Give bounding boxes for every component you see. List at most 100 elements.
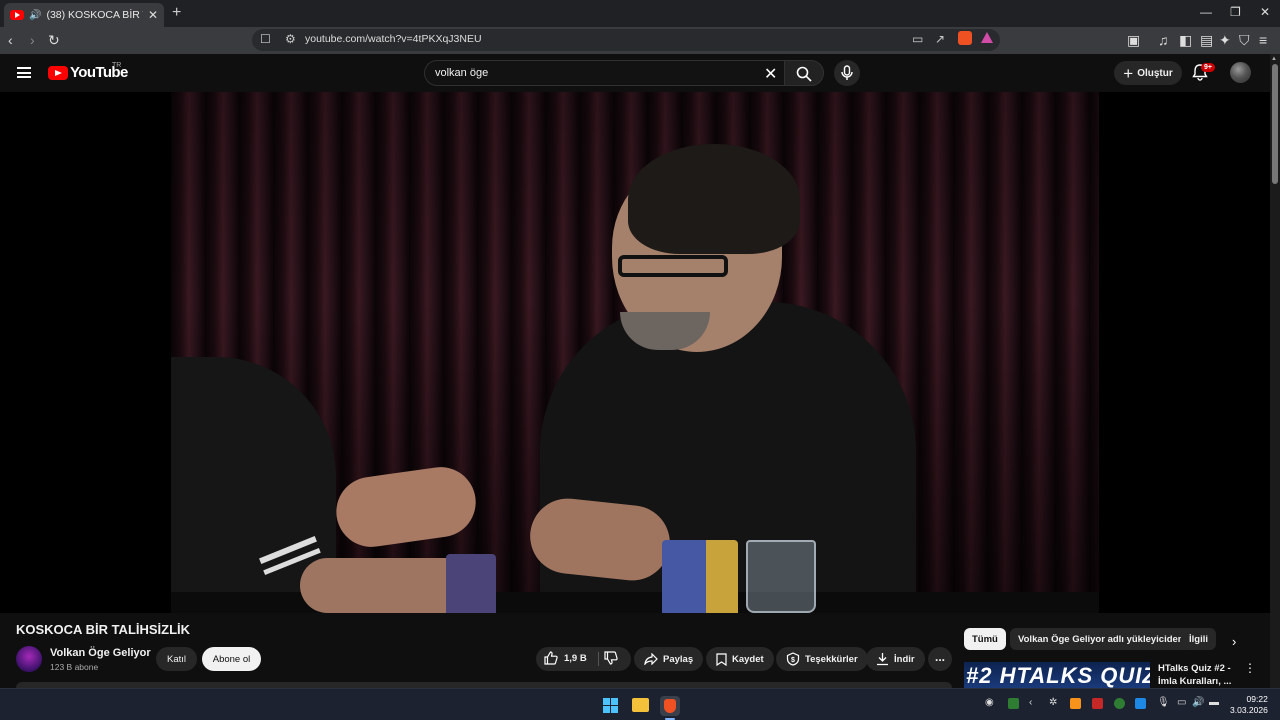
network-icon[interactable]: ▭ (1177, 697, 1186, 708)
svg-text:$: $ (791, 657, 795, 664)
download-button[interactable]: İndir (866, 647, 925, 671)
create-button[interactable]: + Oluştur (1114, 61, 1182, 85)
search-icon (796, 66, 812, 82)
tray-app-icon[interactable] (1070, 698, 1081, 709)
reload-button[interactable]: ↻ (48, 31, 60, 49)
tray-app-icon[interactable] (1008, 698, 1019, 709)
address-bar[interactable]: ☐ ⚙ youtube.com/watch?v=4tPKXqJ3NEU ▭ ↗ (252, 29, 1000, 51)
url-text: youtube.com/watch?v=4tPKXqJ3NEU (305, 33, 482, 45)
recommendation-menu-icon[interactable]: ⋮ (1244, 661, 1256, 675)
tray-app-icon[interactable]: ◉ (985, 697, 994, 708)
like-dislike-group: 1,9 B (536, 647, 631, 671)
search-input[interactable]: volkan öge ✕ (424, 60, 784, 86)
sidebar-icon[interactable]: ◧ (1179, 31, 1192, 49)
bookmark-icon[interactable]: ☐ (260, 32, 271, 46)
brave-browser-taskbar-icon[interactable] (660, 696, 680, 716)
forward-button[interactable]: › (30, 31, 35, 49)
save-button[interactable]: Kaydet (706, 647, 774, 671)
chips-next-arrow-icon[interactable]: › (1232, 634, 1236, 649)
bookmark-save-icon (716, 652, 727, 666)
chip-all[interactable]: Tümü (964, 628, 1006, 650)
close-window-button[interactable]: ✕ (1260, 5, 1270, 19)
channel-name[interactable]: Volkan Öge Geliyor (50, 647, 151, 659)
file-explorer-icon[interactable] (632, 698, 649, 712)
microphone-icon (841, 65, 853, 80)
vpn-icon[interactable]: ⛉ (1239, 31, 1250, 49)
subscribe-button[interactable]: Abone ol (202, 647, 261, 671)
scroll-up-arrow-icon[interactable]: ▲ (1271, 56, 1277, 62)
tray-app-icon[interactable] (1114, 698, 1125, 709)
browser-toolbar: ‹ › ↻ ☐ ⚙ youtube.com/watch?v=4tPKXqJ3NE… (0, 27, 1280, 54)
minimize-button[interactable]: — (1200, 5, 1212, 19)
video-player[interactable] (0, 92, 1270, 613)
thumbnail-text: #2 HTALKS QUIZ (966, 663, 1150, 688)
share-page-icon[interactable]: ↗ (935, 32, 945, 46)
back-button[interactable]: ‹ (8, 31, 13, 49)
scrollbar-thumb[interactable] (1272, 64, 1278, 184)
dislike-button[interactable] (604, 651, 618, 665)
recommendation-title[interactable]: HTalks Quiz #2 - İmla Kuralları, ... (1158, 662, 1234, 688)
windows-start-icon[interactable] (603, 698, 618, 713)
share-icon (644, 653, 658, 665)
plus-icon: + (1123, 63, 1134, 83)
youtube-logo-icon[interactable] (48, 66, 68, 80)
create-label: Oluştur (1137, 67, 1173, 79)
like-count: 1,9 B (564, 652, 587, 664)
chip-uploader[interactable]: Volkan Öge Geliyor adlı yükleyiciden (1010, 628, 1192, 650)
tab-title: (38) KOSKOCA BİR TALİHSİZLİK (46, 9, 142, 21)
join-button[interactable]: Katıl (156, 647, 197, 671)
tray-app-icon[interactable] (1092, 698, 1103, 709)
country-code: TR (112, 62, 122, 69)
video-glass (746, 540, 816, 613)
page-scrollbar[interactable]: ▲ (1270, 54, 1280, 688)
thanks-button[interactable]: $ Teşekkürler (776, 647, 868, 671)
brave-rewards-icon[interactable] (981, 32, 993, 43)
recommendation-thumbnail[interactable]: #2 HTALKS QUIZ (964, 662, 1150, 688)
site-info-icon[interactable]: ⚙ (285, 32, 296, 46)
leo-ai-icon[interactable]: ✦ (1219, 31, 1231, 49)
clear-search-icon[interactable]: ✕ (764, 64, 777, 84)
download-label: İndir (894, 653, 915, 665)
user-avatar[interactable] (1230, 62, 1251, 83)
tab-close-icon[interactable]: ✕ (148, 8, 158, 22)
search-button[interactable] (784, 60, 824, 86)
guide-menu-icon[interactable] (17, 67, 31, 78)
download-icon (877, 653, 888, 666)
like-divider (598, 652, 599, 666)
media-icon[interactable]: ♫ (1158, 31, 1169, 49)
microphone-tray-icon[interactable]: 🎙 (1157, 697, 1170, 708)
share-label: Paylaş (663, 653, 694, 665)
clock-date: 3.03.2026 (1230, 705, 1268, 715)
volume-icon[interactable]: 🔊 (1192, 697, 1204, 708)
chip-related[interactable]: İlgili (1181, 628, 1216, 650)
tray-app-icon[interactable] (1135, 698, 1146, 709)
voice-search-button[interactable] (834, 60, 860, 86)
thanks-label: Teşekkürler (805, 653, 858, 665)
tray-app-icon[interactable]: ✲ (1049, 697, 1057, 708)
cast-icon[interactable]: ▭ (912, 32, 923, 46)
video-title: KOSKOCA BİR TALİHSİZLİK (16, 622, 191, 637)
tray-app-icon[interactable]: ‹ (1029, 697, 1032, 708)
channel-avatar[interactable] (16, 646, 42, 672)
taskbar-clock[interactable]: 09:22 3.03.2026 (1230, 694, 1268, 716)
wallet-icon[interactable]: ▤ (1200, 31, 1213, 49)
video-mug (446, 554, 496, 613)
maximize-button[interactable]: ❐ (1230, 5, 1241, 19)
brave-shields-icon[interactable] (958, 31, 972, 45)
youtube-favicon-icon (10, 10, 24, 20)
new-tab-button[interactable]: + (172, 4, 181, 22)
menu-icon[interactable]: ≡ (1259, 31, 1267, 49)
share-button[interactable]: Paylaş (634, 647, 704, 671)
battery-icon[interactable]: ▬ (1209, 697, 1219, 708)
youtube-masthead: YouTube TR volkan öge ✕ + Oluştur 9+ (0, 54, 1270, 92)
windows-taskbar: ◉ ‹ ✲ 🎙 ▭ 🔊 ▬ 09:22 3.03.2026 (0, 688, 1280, 720)
speaker-icon[interactable]: 🔊 (29, 10, 41, 21)
notification-badge: 9+ (1201, 63, 1215, 72)
like-button[interactable]: 1,9 B (544, 651, 587, 665)
super-thanks-icon: $ (786, 652, 800, 666)
screenshot-icon[interactable]: ▣ (1127, 31, 1140, 49)
browser-tab[interactable]: 🔊 (38) KOSKOCA BİR TALİHSİZLİK ✕ (4, 3, 164, 27)
letterbox (0, 92, 171, 613)
video-mug (662, 540, 738, 613)
more-actions-button[interactable]: ... (928, 647, 952, 671)
